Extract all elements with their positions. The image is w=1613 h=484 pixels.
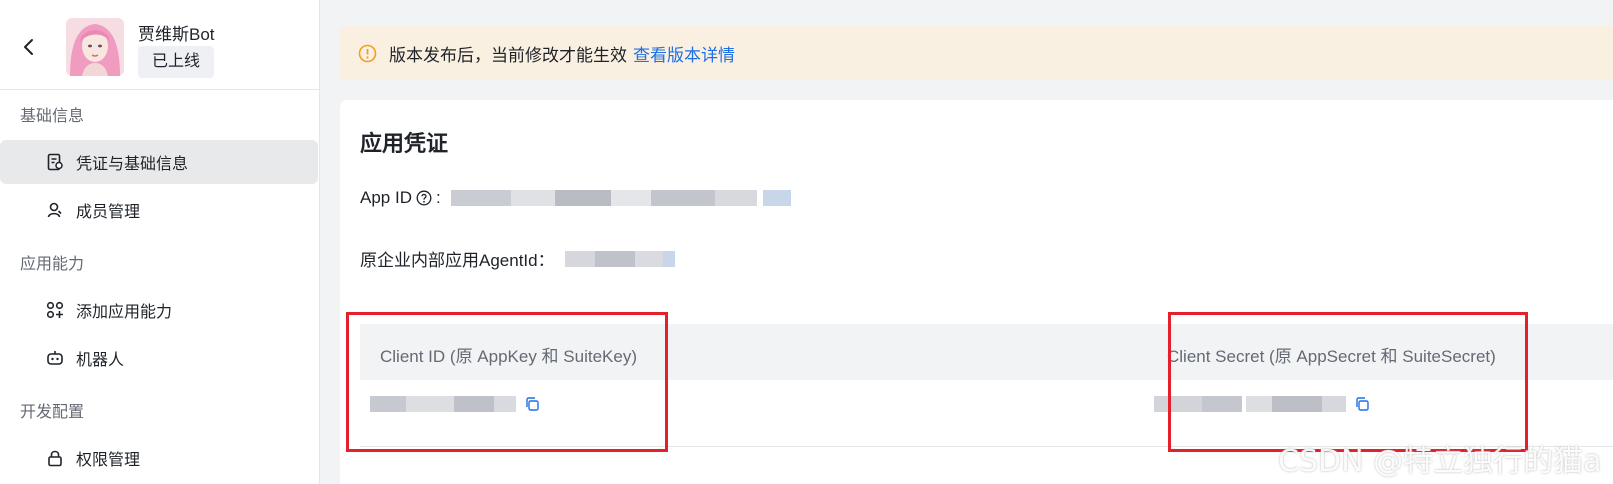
app-header: 贾维斯Bot 已上线: [0, 0, 320, 90]
sidebar-item-label: 成员管理: [76, 204, 141, 221]
person-icon: [46, 201, 64, 219]
app-id-colon: :: [435, 188, 441, 207]
app-id-row: App ID :: [360, 188, 795, 208]
status-badge: 已上线: [138, 46, 215, 78]
sidebar-item-label: 凭证与基础信息: [76, 156, 189, 173]
robot-icon: [46, 349, 64, 367]
redacted-app-id: [450, 190, 795, 206]
grid-plus-icon: [46, 301, 64, 319]
sidebar-item-add-capability[interactable]: 添加应用能力: [0, 288, 318, 332]
version-notice-banner: 版本发布后，当前修改才能生效 查看版本详情: [340, 26, 1613, 80]
sidebar-item-credentials[interactable]: 凭证与基础信息: [0, 140, 318, 184]
redacted-agent-id: [564, 250, 675, 267]
doc-badge-icon: [46, 153, 64, 171]
notice-text: 版本发布后，当前修改才能生效: [389, 45, 627, 65]
agent-id-label: 原企业内部应用AgentId：: [360, 251, 555, 270]
info-icon: [358, 44, 377, 63]
sidebar-item-robot[interactable]: 机器人: [0, 336, 318, 380]
highlight-box-client-secret: [1168, 312, 1528, 452]
app-id-label: App ID: [360, 188, 412, 207]
back-arrow-icon[interactable]: [18, 36, 40, 58]
sidebar-item-label: 机器人: [76, 352, 125, 369]
group-label-dev-config: 开发配置: [20, 404, 85, 421]
lock-icon: [46, 449, 64, 467]
help-circle-icon[interactable]: [416, 190, 432, 206]
group-label-capabilities: 应用能力: [20, 256, 85, 273]
highlight-box-client-id: [346, 312, 668, 452]
section-title: 应用凭证: [360, 131, 449, 156]
sidebar-item-label: 权限管理: [76, 452, 141, 469]
avatar: [66, 18, 124, 76]
sidebar: 贾维斯Bot 已上线 基础信息 凭证与基础信息 成员管理 应用能力 添加应用能力…: [0, 0, 320, 484]
sidebar-item-label: 添加应用能力: [76, 304, 173, 321]
agent-id-row: 原企业内部应用AgentId：: [360, 246, 675, 271]
group-label-basic: 基础信息: [20, 108, 85, 125]
app-name: 贾维斯Bot: [138, 25, 215, 44]
sidebar-item-members[interactable]: 成员管理: [0, 188, 318, 232]
sidebar-item-permissions[interactable]: 权限管理: [0, 436, 318, 480]
view-version-details-link[interactable]: 查看版本详情: [633, 41, 735, 66]
watermark: CSDN @特立独行的猫a: [1278, 444, 1602, 479]
